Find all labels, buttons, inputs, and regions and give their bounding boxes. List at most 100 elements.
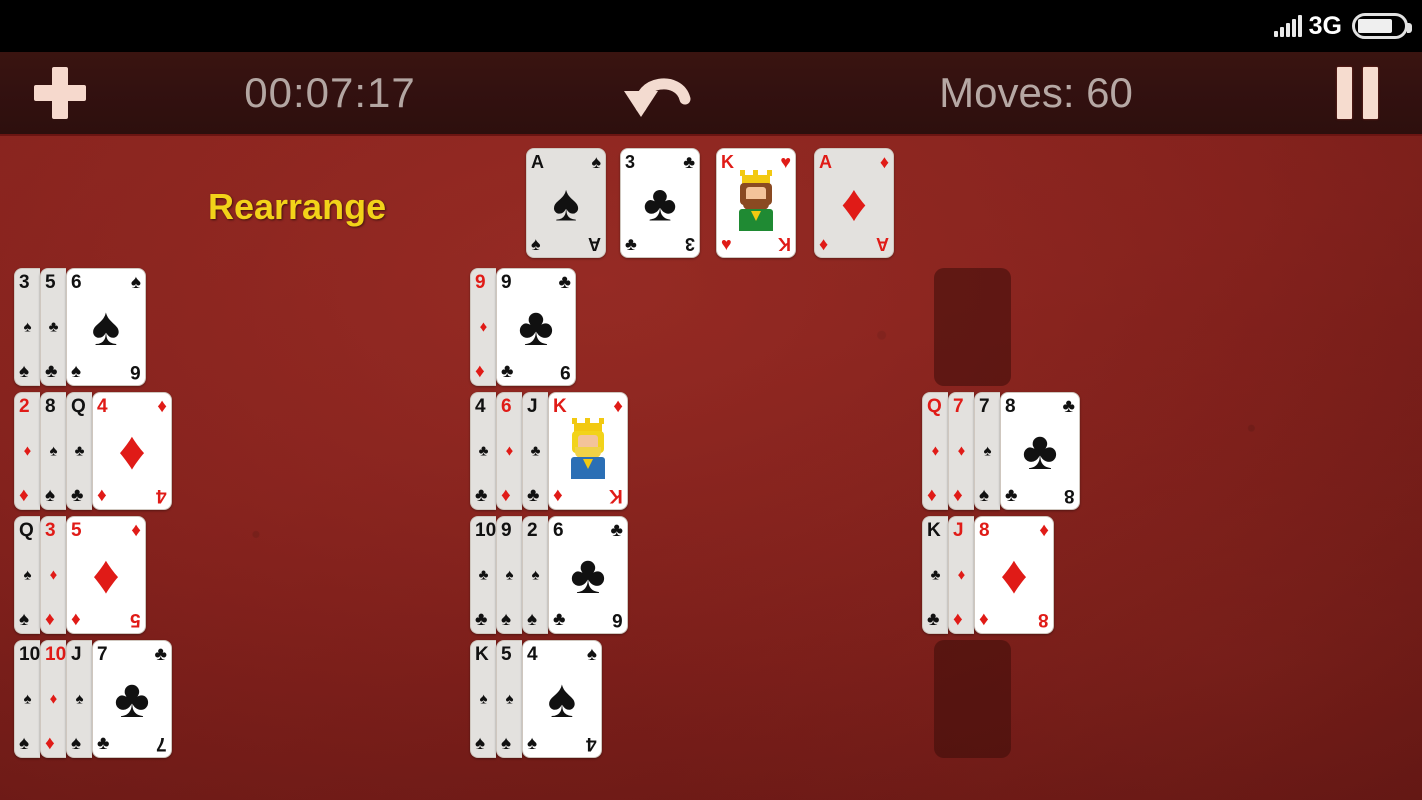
battery-icon [1352,13,1412,39]
playing-card[interactable]: 3 ♣ ♣ 3 ♣ [620,148,700,258]
card-center-pip-clipped: ♦ [957,566,966,584]
card-rank-bottom-right: 8 [1038,609,1049,630]
column-1-pile-3[interactable]: Q ♠ ♠ 3 ♦ ♦ 5 ♦ ♦ 5 ♦ [14,516,146,634]
card-suit-bottom-left: ♦ [553,485,563,506]
playing-card[interactable]: 8 ♣ ♣ 8 ♣ [1000,392,1080,510]
playing-card-partial[interactable]: Q ♠ ♠ [14,516,40,634]
card-center-pip: ♦ [840,174,868,232]
card-suit-bottom-left: ♣ [475,485,488,506]
column-2-pile-4[interactable]: K ♠ ♠ 5 ♠ ♠ 4 ♠ ♠ 4 ♠ [470,640,602,758]
playing-card-partial[interactable]: 5 ♣ ♣ [40,268,66,386]
playing-card[interactable]: K ♦ ♦ K [548,392,628,510]
card-suit-top-right: ♥ [780,152,791,172]
playing-card[interactable]: K ♥ ♥ K [716,148,796,258]
playing-card-partial[interactable]: Q ♦ ♦ [922,392,948,510]
playing-card-partial[interactable]: 4 ♣ ♣ [470,392,496,510]
card-rank-top-left: Q [19,520,34,541]
card-suit-bottom-left: ♣ [527,485,540,506]
column-2-pile-3[interactable]: 10 ♣ ♣ 9 ♠ ♠ 2 ♠ ♠ 6 ♣ ♣ 6 ♣ [470,516,628,634]
card-rank-top-left: 7 [97,644,108,665]
playing-card-partial[interactable]: 7 ♠ ♠ [974,392,1000,510]
king-hearts-face-icon [735,170,777,231]
empty-tableau-slot[interactable] [934,268,1011,386]
card-center-pip: ♠ [91,297,121,357]
playing-card-partial[interactable]: K ♠ ♠ [470,640,496,758]
playing-card-partial[interactable]: 9 ♦ ♦ [470,268,496,386]
card-rank-top-left: A [531,152,544,172]
playing-card-partial[interactable]: 9 ♠ ♠ [496,516,522,634]
column-3-pile-3[interactable]: K ♣ ♣ J ♦ ♦ 8 ♦ ♦ 8 ♦ [922,516,1054,634]
playing-card-partial[interactable]: 3 ♠ ♠ [14,268,40,386]
card-rank-top-left: 6 [501,396,512,417]
playing-card[interactable]: 7 ♣ ♣ 7 ♣ [92,640,172,758]
card-center-pip-clipped: ♠ [479,690,488,708]
card-suit-bottom-left: ♦ [819,234,829,254]
card-rank-top-left: 7 [953,396,964,417]
card-rank-top-left: 6 [71,272,82,293]
playing-card-partial[interactable]: J ♦ ♦ [948,516,974,634]
card-suit-bottom-left: ♠ [531,234,541,254]
playing-card-partial[interactable]: 6 ♦ ♦ [496,392,522,510]
playing-card[interactable]: 4 ♠ ♠ 4 ♠ [522,640,602,758]
undo-arrow-icon [624,78,691,117]
foundation-slot-2[interactable]: 3 ♣ ♣ 3 ♣ [620,148,700,258]
playing-card-partial[interactable]: 8 ♠ ♠ [40,392,66,510]
column-1-pile-1[interactable]: 3 ♠ ♠ 5 ♣ ♣ 6 ♠ ♠ 6 ♠ [14,268,146,386]
card-center-pip-clipped: ♠ [23,566,32,584]
foundation-slot-1[interactable]: A ♠ ♠ A ♠ [526,148,606,258]
card-suit-bottom-left: ♥ [721,234,732,254]
undo-button[interactable] [540,65,780,121]
column-2-pile-2[interactable]: 4 ♣ ♣ 6 ♦ ♦ J ♣ ♣ K ♦ ♦ K [470,392,628,510]
card-suit-top-right: ♠ [586,644,597,665]
card-center-pip-clipped: ♠ [983,442,992,460]
column-1-pile-4[interactable]: 10 ♠ ♠ 10 ♦ ♦ J ♠ ♠ 7 ♣ ♣ 7 ♣ [14,640,172,758]
column-3-pile-2[interactable]: Q ♦ ♦ 7 ♦ ♦ 7 ♠ ♠ 8 ♣ ♣ 8 ♣ [922,392,1080,510]
card-center-pip-clipped: ♠ [23,318,32,336]
card-center-pip: ♣ [570,545,606,605]
card-suit-bottom-left: ♦ [927,485,937,506]
playing-card-partial[interactable]: 2 ♠ ♠ [522,516,548,634]
card-center-pip-clipped: ♦ [23,442,32,460]
card-suit-bottom-left: ♦ [45,733,55,754]
card-rank-bottom-right: A [588,234,601,254]
column-2-pile-1[interactable]: 9 ♦ ♦ 9 ♣ ♣ 9 ♣ [470,268,576,386]
playing-card-partial[interactable]: K ♣ ♣ [922,516,948,634]
new-game-button[interactable] [0,51,120,135]
playing-card-partial[interactable]: 10 ♦ ♦ [40,640,66,758]
card-rank-bottom-right: 9 [560,361,571,382]
playing-card[interactable]: A ♦ ♦ A ♦ [814,148,894,258]
card-suit-top-right: ♠ [130,272,141,293]
playing-card[interactable]: 6 ♣ ♣ 6 ♣ [548,516,628,634]
playing-card-partial[interactable]: 2 ♦ ♦ [14,392,40,510]
game-screen: 3G 00:07:17 Moves: 60 Rearrange A ♠ ♠ A ♠ 3 ♣ ♣… [0,0,1422,800]
card-rank-bottom-right: 6 [612,609,623,630]
playing-card[interactable]: A ♠ ♠ A ♠ [526,148,606,258]
playing-card-partial[interactable]: 7 ♦ ♦ [948,392,974,510]
card-suit-bottom-left: ♠ [71,361,82,382]
playing-card[interactable]: 8 ♦ ♦ 8 ♦ [974,516,1054,634]
card-center-pip: ♦ [1000,545,1028,605]
card-suit-bottom-left: ♠ [475,733,486,754]
playing-card-partial[interactable]: 5 ♠ ♠ [496,640,522,758]
card-center-pip-clipped: ♣ [478,566,489,584]
playing-card[interactable]: 9 ♣ ♣ 9 ♣ [496,268,576,386]
playing-card[interactable]: 5 ♦ ♦ 5 ♦ [66,516,146,634]
card-suit-bottom-left: ♠ [501,733,512,754]
column-1-pile-2[interactable]: 2 ♦ ♦ 8 ♠ ♠ Q ♣ ♣ 4 ♦ ♦ 4 ♦ [14,392,172,510]
playing-card-partial[interactable]: Q ♣ ♣ [66,392,92,510]
foundation-slot-3[interactable]: K ♥ ♥ K [716,148,796,258]
foundation-slot-4[interactable]: A ♦ ♦ A ♦ [814,148,894,258]
playing-card-partial[interactable]: 10 ♠ ♠ [14,640,40,758]
playing-card-partial[interactable]: 3 ♦ ♦ [40,516,66,634]
card-suit-bottom-left: ♣ [1005,485,1018,506]
empty-tableau-slot[interactable] [934,640,1011,758]
king-spike [585,418,590,424]
playing-card[interactable]: 6 ♠ ♠ 6 ♠ [66,268,146,386]
playing-card-partial[interactable]: J ♠ ♠ [66,640,92,758]
playing-card[interactable]: 4 ♦ ♦ 4 ♦ [92,392,172,510]
playing-card-partial[interactable]: J ♣ ♣ [522,392,548,510]
card-rank-top-left: A [819,152,832,172]
card-rank-top-left: 9 [501,272,512,293]
pause-button[interactable] [1292,51,1422,135]
playing-card-partial[interactable]: 10 ♣ ♣ [470,516,496,634]
